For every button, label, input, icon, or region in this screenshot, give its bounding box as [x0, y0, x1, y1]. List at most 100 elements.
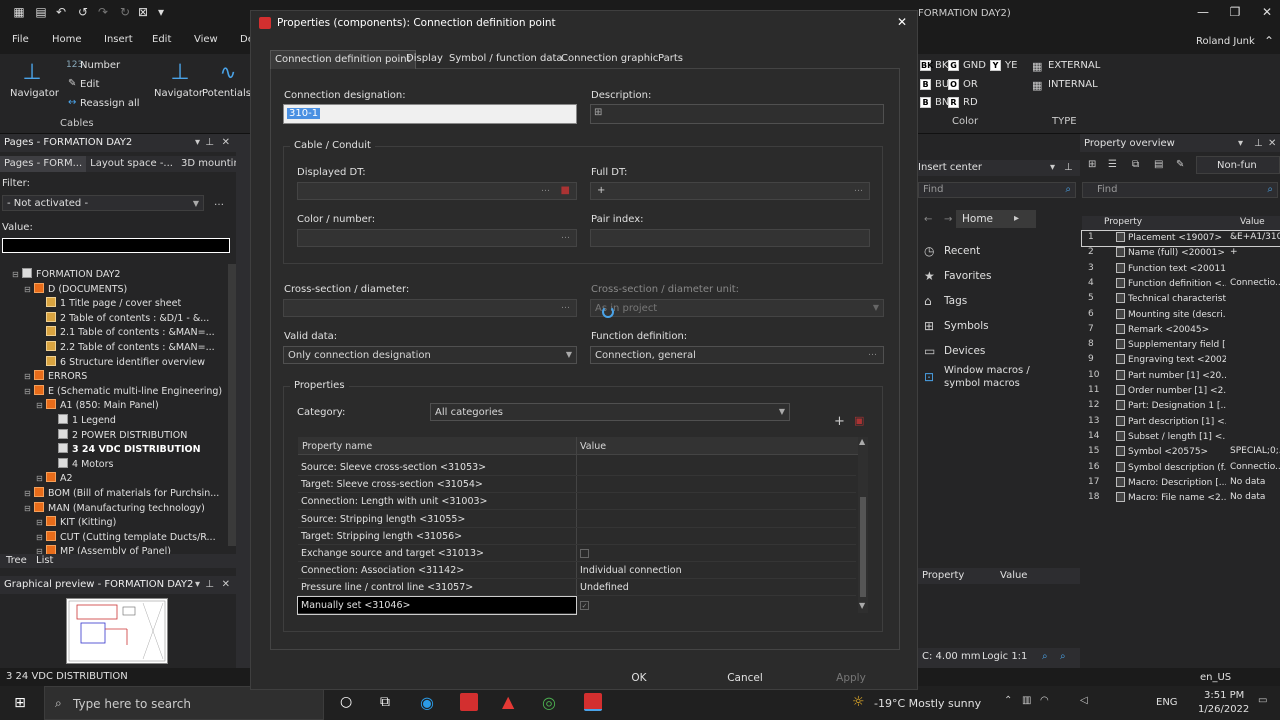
color-ye[interactable]: Y YE — [990, 60, 1017, 71]
taskbar-search[interactable]: ⌕ Type here to search — [44, 686, 324, 720]
windows-start-icon[interactable]: ⊞ — [12, 695, 28, 711]
property-overview-row[interactable]: 8 Supplementary field [... — [1082, 338, 1280, 353]
language-indicator[interactable]: ENG — [1156, 697, 1178, 708]
tab-layout-space[interactable]: Layout space -... — [86, 156, 177, 172]
po-edit-icon[interactable]: ✎ — [1176, 159, 1184, 170]
expand-toggle-icon[interactable]: ⊟ — [24, 487, 34, 501]
volume-icon[interactable]: ◁ — [1080, 695, 1088, 706]
scroll-down-icon[interactable]: ▼ — [859, 601, 865, 610]
category-select[interactable]: All categories ▼ — [430, 403, 790, 421]
property-row[interactable]: Manually set <31046> ✓ — [297, 595, 589, 615]
wifi-icon[interactable]: ◠ — [1040, 695, 1049, 706]
acrobat-icon[interactable]: ▲ — [502, 692, 514, 711]
property-overview-row[interactable]: 16 Symbol description (f... Connectio... — [1082, 461, 1280, 476]
pair-index-input[interactable] — [590, 229, 870, 247]
potentials-icon[interactable]: ∿ — [214, 58, 242, 86]
insert-center-menu-icon[interactable]: ▾ — [1050, 162, 1055, 173]
cortana-icon[interactable]: ○ — [340, 694, 352, 710]
eplan-active-app-icon[interactable] — [584, 693, 602, 711]
clock-date[interactable]: 1/26/2022 — [1198, 704, 1249, 715]
tree-item[interactable]: ⊟ D (DOCUMENTS) — [24, 282, 127, 297]
tree-item[interactable]: 3 24 VDC DISTRIBUTION — [48, 443, 201, 457]
color-bn[interactable]: B BN — [920, 97, 949, 108]
navigator-cable-button[interactable]: Navigator — [10, 88, 59, 99]
insert-devices[interactable]: Devices — [944, 345, 985, 357]
task-view-icon[interactable]: ⧉ — [380, 694, 390, 710]
delete-property-icon[interactable]: ▣ — [854, 414, 864, 427]
tree-scrollbar[interactable] — [228, 264, 236, 546]
expand-toggle-icon[interactable]: ⊟ — [24, 385, 34, 399]
color-bu[interactable]: B BU — [920, 79, 949, 90]
insert-recent[interactable]: Recent — [944, 245, 980, 257]
po-grid-icon[interactable]: ⊞ — [1088, 159, 1096, 170]
eplan-app-icon[interactable] — [460, 693, 478, 711]
panel-menu-icon[interactable]: ▾ — [195, 137, 200, 148]
property-checkbox[interactable]: ✓ — [580, 600, 589, 610]
expand-toggle-icon[interactable]: ⊟ — [36, 531, 46, 545]
multilang-icon[interactable]: ⊞ — [594, 107, 602, 118]
navigator-icon[interactable]: ⊥ — [18, 58, 46, 86]
insert-macros[interactable]: Window macros / symbol macros — [944, 364, 1036, 390]
redo-list-icon[interactable]: ↻ — [118, 5, 132, 19]
property-row[interactable]: Source: Stripping length <31055> — [298, 511, 856, 528]
property-row[interactable]: Exchange source and target <31013> — [298, 545, 856, 562]
tab-tree[interactable]: Tree — [6, 555, 27, 566]
search-icon[interactable]: ⌕ — [1065, 184, 1071, 195]
tree-item[interactable]: ⊟ CUT (Cutting template Ducts/R... — [36, 530, 216, 545]
breadcrumb-home[interactable]: Home ▸ — [956, 210, 1036, 228]
open-icon[interactable]: ▤ — [34, 5, 48, 19]
filter-more-icon[interactable]: … — [214, 197, 224, 208]
tree-item[interactable]: 2 POWER DISTRIBUTION — [48, 428, 187, 443]
po-pin-icon[interactable]: ⊥ — [1254, 138, 1263, 149]
edge-icon[interactable]: ◉ — [420, 693, 434, 712]
add-property-icon[interactable]: + — [834, 414, 845, 429]
apply-button[interactable]: Apply — [806, 667, 896, 689]
property-value[interactable]: Undefined — [580, 582, 629, 593]
preview-pin-icon[interactable]: ⊥ — [205, 579, 214, 590]
tree-item[interactable]: ⊟ FORMATION DAY2 — [12, 268, 120, 282]
property-checkbox[interactable] — [580, 549, 589, 558]
property-overview-row[interactable]: 17 Macro: Description [... No data — [1082, 476, 1280, 491]
chrome-icon[interactable]: ◎ — [542, 693, 556, 712]
cross-section-unit-select[interactable]: As in project ▼ — [590, 299, 884, 317]
tree-item[interactable]: 2 Table of contents : &D/1 - &... — [36, 311, 209, 326]
property-overview-row[interactable]: 6 Mounting site (descri... — [1082, 308, 1280, 323]
insert-center-find[interactable]: Find ⌕ — [918, 182, 1076, 198]
expand-toggle-icon[interactable]: ⊟ — [36, 399, 46, 413]
internal-button[interactable]: INTERNAL — [1048, 79, 1098, 90]
menu-edit[interactable]: Edit — [152, 34, 171, 45]
full-dt-more-icon[interactable]: … — [854, 184, 863, 194]
tree-item[interactable]: 1 Title page / cover sheet — [36, 297, 181, 311]
property-overview-row[interactable]: 10 Part number [1] <20... — [1082, 369, 1280, 384]
po-search-icon[interactable]: ⌕ — [1267, 184, 1273, 195]
po-menu-icon[interactable]: ▾ — [1238, 138, 1243, 149]
property-row[interactable]: Source: Sleeve cross-section <31053> — [298, 459, 856, 476]
insert-favorites[interactable]: Favorites — [944, 270, 991, 282]
property-overview-row[interactable]: 11 Order number [1] <2... — [1082, 384, 1280, 399]
navigator-potentials-icon[interactable]: ⊥ — [166, 58, 194, 86]
property-row[interactable]: Pressure line / control line <31057> Unde… — [298, 579, 856, 597]
redo-icon[interactable]: ↷ — [96, 5, 110, 19]
scroll-thumb[interactable] — [860, 497, 866, 597]
property-overview-row[interactable]: 5 Technical characterist... — [1082, 292, 1280, 307]
cross-section-input[interactable]: … — [283, 299, 577, 317]
tree-item[interactable]: ⊟ KIT (Kitting) — [36, 516, 116, 530]
tree-item[interactable]: 4 Motors — [48, 457, 113, 472]
full-dt-input[interactable]: + … — [590, 182, 870, 200]
tab-connection-definition-point[interactable]: Connection definition point — [270, 50, 416, 69]
color-or[interactable]: O OR — [948, 79, 978, 90]
preview-menu-icon[interactable]: ▾ — [195, 579, 200, 590]
property-overview-row[interactable]: 4 Function definition <... Connectio... — [1082, 277, 1280, 292]
panel-close-icon[interactable]: ✕ — [222, 137, 230, 148]
restore-icon[interactable]: ❐ — [1228, 5, 1242, 19]
navigator-potentials-button[interactable]: Navigator — [154, 88, 203, 99]
valid-data-select[interactable]: Only connection designation ▼ — [283, 346, 577, 364]
grid-scrollbar[interactable]: ▲ ▼ — [858, 437, 868, 613]
color-rd[interactable]: R RD — [948, 97, 978, 108]
property-row[interactable]: Target: Stripping length <31056> — [298, 528, 856, 545]
expand-toggle-icon[interactable]: ⊟ — [12, 268, 22, 282]
value-input[interactable] — [2, 238, 230, 253]
tree-item[interactable]: 2.1 Table of contents : &MAN=... — [36, 326, 215, 340]
property-overview-row[interactable]: 18 Macro: File name <2... No data — [1082, 491, 1280, 506]
property-overview-row[interactable]: 1 Placement <19007> &E+A1/310 — [1081, 230, 1280, 247]
